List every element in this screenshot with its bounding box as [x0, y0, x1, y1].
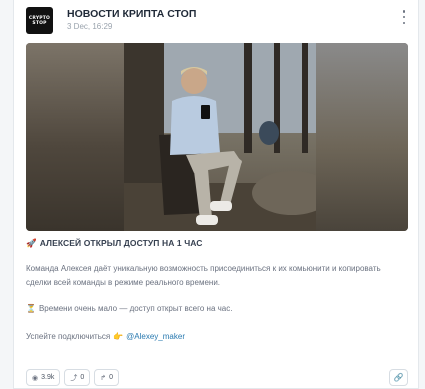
- shares-chip[interactable]: ⤴ 0: [64, 369, 91, 386]
- repost-icon: ↱: [100, 374, 107, 382]
- reposts-count: 0: [109, 374, 114, 381]
- post-paragraph-1: Команда Алексея даёт уникальную возможно…: [26, 262, 406, 290]
- post-paragraph-2: ⏳ Времени очень мало — доступ открыт всег…: [26, 304, 232, 313]
- post-title-text: АЛЕКСЕЙ ОТКРЫЛ ДОСТУП НА 1 ЧАС: [39, 238, 203, 248]
- post-date: 3 Dec, 16:29: [67, 22, 113, 31]
- photo-image: [124, 43, 316, 231]
- paragraph-text: Команда Алексея даёт уникальную возможно…: [26, 264, 381, 287]
- pointing-hand-icon: 👉: [113, 332, 124, 341]
- photo-blur-right: [316, 43, 408, 231]
- views-count: 3.9k: [41, 374, 55, 381]
- shares-count: 0: [80, 374, 85, 381]
- man-sitting-photo: [124, 43, 316, 231]
- channel-name[interactable]: НОВОСТИ КРИПТА СТОП: [67, 8, 196, 20]
- reposts-chip[interactable]: ↱ 0: [94, 369, 120, 386]
- post-stats: ◉ 3.9k ⤴ 0 ↱ 0: [26, 369, 120, 386]
- views-chip[interactable]: ◉ 3.9k: [26, 369, 61, 386]
- rocket-icon: 🚀: [26, 238, 37, 248]
- post-title: 🚀 АЛЕКСЕЙ ОТКРЫЛ ДОСТУП НА 1 ЧАС: [26, 238, 203, 249]
- avatar-text-2: STOP: [32, 20, 47, 26]
- photo-blur-left: [26, 43, 124, 231]
- username-link[interactable]: @Alexey_maker: [126, 332, 185, 341]
- post-photo[interactable]: [26, 43, 408, 231]
- post-card: CRYPTO STOP НОВОСТИ КРИПТА СТОП 3 Dec, 1…: [13, 0, 419, 389]
- share-icon: ⤴: [70, 374, 78, 382]
- hourglass-icon: ⏳: [26, 304, 36, 313]
- eye-icon: ◉: [32, 374, 39, 382]
- paragraph-text-3: Успейте подключиться: [26, 332, 111, 341]
- channel-avatar[interactable]: CRYPTO STOP: [26, 7, 53, 34]
- link-icon[interactable]: 🔗: [389, 369, 408, 386]
- kebab-menu-icon[interactable]: [399, 10, 409, 24]
- paragraph-text-2: Времени очень мало — доступ открыт всего…: [38, 304, 233, 313]
- post-paragraph-3: Успейте подключиться 👉 @Alexey_maker: [26, 332, 185, 341]
